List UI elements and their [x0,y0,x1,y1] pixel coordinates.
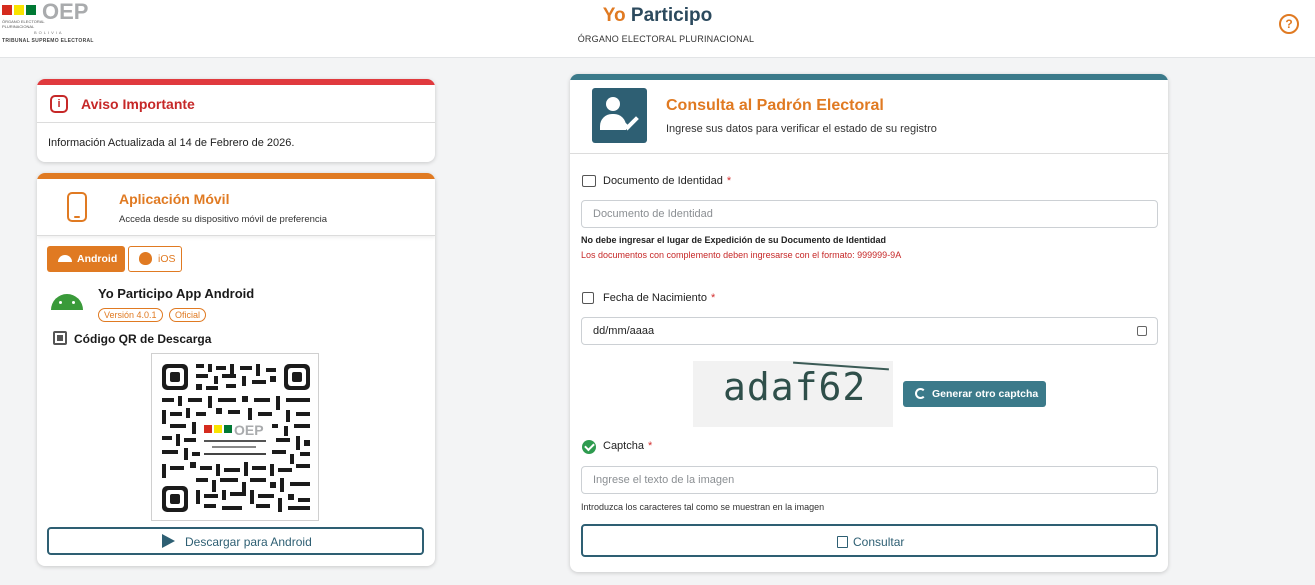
app-title-first: Yo [602,5,626,26]
info-icon: i [50,95,68,113]
download-android-button[interactable]: Descargar para Android [47,527,424,555]
help-icon[interactable]: ? [1279,14,1299,34]
app-subtitle: ÓRGANO ELECTORAL PLURINACIONAL [577,34,755,44]
apple-icon [139,252,152,265]
doc-label: Documento de Identidad * [603,175,731,187]
doc-note-red: Los documentos con complemento deben ing… [581,250,902,260]
regenerate-captcha-label: Generar otro captcha [932,388,1039,400]
app-name: Yo Participo App Android [98,286,255,301]
aviso-text: Información Actualizada al 14 de Febrero… [48,137,295,149]
consultar-button[interactable]: Consultar [581,524,1158,557]
smartphone-icon [67,192,87,222]
official-badge: Oficial [169,308,207,322]
date-picker-icon[interactable] [1137,326,1147,336]
qr-code-image: OEP [151,353,319,521]
consulta-title: Consulta al Padrón Electoral [666,97,884,114]
id-card-icon [582,175,596,187]
qr-label: Código QR de Descarga [74,332,212,346]
aviso-card: i Aviso Importante Información Actualiza… [37,79,435,162]
android-icon [58,255,72,262]
consulta-subtitle: Ingrese sus datos para verificar el esta… [666,123,937,135]
doc-label-text: Documento de Identidad [603,175,723,187]
tab-ios-label: iOS [158,253,176,265]
required-mark: * [647,440,653,452]
mobile-app-card: Aplicación Móvil Acceda desde su disposi… [37,173,435,566]
android-logo-icon [51,294,83,310]
captcha-help: Introduzca los caracteres tal como se mu… [581,502,825,512]
download-android-label: Descargar para Android [185,535,312,549]
birth-date-placeholder: dd/mm/aaaa [593,325,655,337]
aviso-header: i Aviso Importante [37,85,435,123]
svg-text:OEP: OEP [234,422,264,438]
tab-ios[interactable]: iOS [128,246,182,272]
doc-input[interactable]: Documento de Identidad [581,200,1158,228]
app-title-second: Participo [630,5,713,26]
birth-label-text: Fecha de Nacimiento [603,292,707,304]
mobile-subtitle: Acceda desde su dispositivo móvil de pre… [119,214,328,225]
birth-date-input[interactable]: dd/mm/aaaa [581,317,1158,345]
user-check-icon [592,88,647,143]
qr-code-icon [53,331,67,345]
required-mark: * [726,175,732,187]
captcha-label: Captcha * [603,440,652,452]
version-badge: Versión 4.0.1 [98,308,163,322]
play-icon [162,534,175,548]
tab-android[interactable]: Android [47,246,125,272]
mobile-header: Aplicación Móvil Acceda desde su disposi… [37,179,435,236]
tab-android-label: Android [77,253,118,265]
captcha-label-text: Captcha [603,440,644,452]
consulta-header: Consulta al Padrón Electoral Ingrese sus… [570,82,1168,154]
qr-code-graphic: OEP [156,358,316,518]
captcha-image-text: adaf62 [723,365,867,409]
consulta-accent-bar [570,74,1168,80]
required-mark: * [710,292,716,304]
birth-label: Fecha de Nacimiento * [603,292,715,304]
captcha-image: adaf62 [693,361,893,427]
regenerate-captcha-button[interactable]: Generar otro captcha [903,381,1046,407]
search-document-icon [837,536,848,548]
mobile-title: Aplicación Móvil [119,191,230,207]
calendar-icon [582,292,594,304]
user-head-shape [606,97,620,111]
aviso-title: Aviso Importante [81,96,195,112]
shield-check-icon [582,440,596,454]
consulta-card: Consulta al Padrón Electoral Ingrese sus… [570,74,1168,572]
top-bar: OEP ÓRGANO ELECTORAL PLURINACIONAL BOLIV… [0,0,1315,58]
refresh-icon [915,388,926,399]
captcha-input[interactable]: Ingrese el texto de la imagen [581,466,1158,494]
app-title: Yo Participo [0,5,1315,27]
doc-note: No debe ingresar el lugar de Expedición … [581,235,887,245]
consultar-label: Consultar [853,535,905,549]
